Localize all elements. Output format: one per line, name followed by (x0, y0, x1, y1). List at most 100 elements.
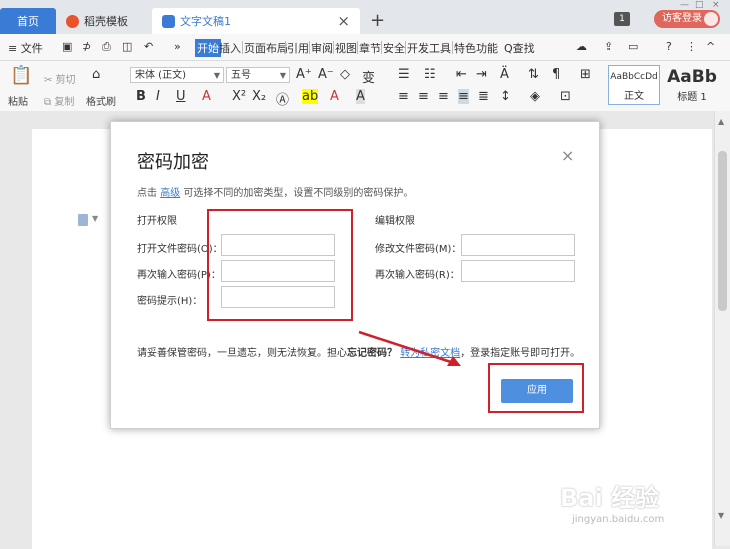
share-icon[interactable]: ⇪ (604, 40, 613, 53)
window-close-icon[interactable]: × (712, 0, 720, 10)
superscript-icon[interactable]: X² (232, 89, 246, 104)
cloud-sync-icon[interactable]: ☁ (576, 40, 587, 53)
edit-permission-heading: 编辑权限 (375, 216, 415, 227)
collapse-ribbon-icon[interactable]: ^ (706, 40, 715, 53)
paste-label[interactable]: 粘贴 (8, 93, 28, 108)
grow-font-icon[interactable]: A⁺ (296, 67, 312, 82)
tab-template[interactable]: 稻壳模板 (58, 8, 150, 34)
distribute-icon[interactable]: ≣ (478, 89, 489, 104)
open-permission-heading: 打开权限 (137, 216, 177, 227)
menu-references[interactable]: 引用 (287, 40, 309, 56)
font-name-select[interactable]: 宋体 (正文) ▼ (130, 67, 224, 83)
justify-icon[interactable]: ≡ (458, 89, 469, 104)
export-pdf-icon[interactable]: ⊅ (82, 40, 91, 53)
watermark-url: jingyan.baidu.com (572, 514, 665, 525)
menu-insert[interactable]: 插入 (219, 40, 241, 56)
tab-document[interactable]: 文字文稿1 × (152, 8, 360, 34)
scroll-down-icon[interactable]: ▼ (718, 511, 724, 520)
borders-icon[interactable]: ⊡ (560, 89, 571, 104)
char-shading-icon[interactable]: A (356, 89, 365, 104)
style-heading-1[interactable]: AaBb 标题 1 (662, 65, 722, 105)
strikethrough-icon[interactable]: A (202, 89, 211, 104)
shading-icon[interactable]: ◈ (530, 89, 540, 104)
scroll-thumb[interactable] (718, 151, 727, 311)
maximize-icon[interactable]: □ (695, 0, 704, 10)
copy-button[interactable]: ⧉ 复制 (44, 93, 74, 108)
dialog-close-icon[interactable]: × (561, 146, 574, 165)
align-center-icon[interactable]: ≡ (418, 89, 429, 104)
menu-chapter[interactable]: 章节 (359, 40, 381, 56)
menu-security[interactable]: 安全 (383, 40, 405, 56)
line-spacing-icon[interactable]: ↕ (500, 89, 511, 104)
advanced-link[interactable]: 高级 (160, 188, 180, 199)
docer-logo-icon (66, 14, 79, 28)
password-hint-label: 密码提示(H)： (137, 296, 203, 307)
options-icon[interactable]: ⋮ (686, 40, 697, 53)
italic-icon[interactable]: I (156, 89, 160, 104)
phonetic-icon[interactable]: 变 (362, 67, 375, 86)
edit-password-label: 修改文件密码(M)： (375, 244, 462, 255)
highlight-box-apply (488, 363, 584, 413)
format-painter-icon[interactable]: ⌂ (92, 67, 100, 82)
divider (452, 41, 453, 54)
menu-page-layout[interactable]: 页面布局 (244, 40, 288, 56)
font-size-value: 五号 (231, 70, 251, 81)
help-icon[interactable]: ? (666, 40, 672, 53)
scroll-up-icon[interactable]: ▲ (718, 117, 724, 126)
highlight-box-open-fields (207, 209, 353, 321)
tab-close-icon[interactable]: × (337, 12, 350, 30)
print-icon[interactable]: ⎙ (102, 40, 111, 54)
align-right-icon[interactable]: ≡ (438, 89, 449, 104)
tab-home[interactable]: 首页 (0, 8, 56, 34)
style-h1-preview: AaBb (667, 67, 717, 87)
font-color-icon[interactable]: A (330, 89, 339, 104)
style-normal[interactable]: AaBbCcDd 正文 (608, 65, 660, 105)
menu-features[interactable]: 特色功能 (454, 40, 498, 56)
text-effect-icon[interactable]: Ⓐ (276, 89, 289, 108)
paste-icon[interactable]: 📋 (10, 65, 32, 86)
print-preview-icon[interactable]: ◫ (122, 40, 132, 53)
cut-label: 剪切 (55, 75, 76, 86)
format-painter-label[interactable]: 格式刷 (86, 93, 116, 108)
paragraph-handle-icon[interactable] (78, 214, 88, 226)
more-icon[interactable]: » (174, 40, 181, 53)
menu-search[interactable]: Q查找 (504, 40, 535, 56)
underline-icon[interactable]: U (176, 89, 186, 104)
comment-icon[interactable]: ▭ (628, 40, 638, 53)
divider (242, 41, 243, 54)
window-count-badge[interactable]: 1 (614, 12, 630, 26)
show-marks-icon[interactable]: ¶ (552, 67, 560, 82)
save-icon[interactable]: ▣ (62, 40, 72, 53)
edit-confirm-input[interactable] (461, 260, 575, 282)
vertical-scrollbar[interactable]: ▲ ▼ (714, 111, 730, 546)
menu-review[interactable]: 审阅 (311, 40, 333, 56)
subscript-icon[interactable]: X₂ (252, 89, 266, 104)
numbering-icon[interactable]: ☷ (424, 67, 436, 82)
divider (333, 41, 334, 54)
sort-icon[interactable]: ⇅ (528, 67, 539, 82)
cut-button[interactable]: ✂ 剪切 (44, 71, 76, 86)
table-icon[interactable]: ⊞ (580, 67, 591, 82)
login-label: 访客登录 (662, 13, 702, 24)
undo-icon[interactable]: ↶ (144, 40, 153, 53)
menu-start[interactable]: 开始 (195, 39, 221, 57)
font-size-select[interactable]: 五号 ▼ (226, 67, 290, 83)
edit-password-input[interactable] (461, 234, 575, 256)
bold-icon[interactable]: B (136, 89, 146, 104)
menu-developer[interactable]: 开发工具 (407, 40, 451, 56)
clear-format-icon[interactable]: ◇ (340, 67, 350, 82)
menu-file[interactable]: ≡ 文件 (8, 40, 43, 56)
increase-indent-icon[interactable]: ⇥ (476, 67, 487, 82)
bullets-icon[interactable]: ☰ (398, 67, 410, 82)
highlight-icon[interactable]: ab (302, 89, 319, 104)
login-button[interactable]: 访客登录 (654, 10, 720, 28)
change-case-icon[interactable]: Ä (500, 67, 509, 82)
chevron-down-icon[interactable]: ▼ (92, 214, 98, 223)
align-left-icon[interactable]: ≡ (398, 89, 409, 104)
new-tab-button[interactable]: + (370, 10, 385, 31)
minimize-icon[interactable]: — (680, 0, 689, 10)
decrease-indent-icon[interactable]: ⇤ (456, 67, 467, 82)
menu-view[interactable]: 视图 (335, 40, 357, 56)
shrink-font-icon[interactable]: A⁻ (318, 67, 334, 82)
tab-document-label: 文字文稿1 (180, 15, 231, 28)
